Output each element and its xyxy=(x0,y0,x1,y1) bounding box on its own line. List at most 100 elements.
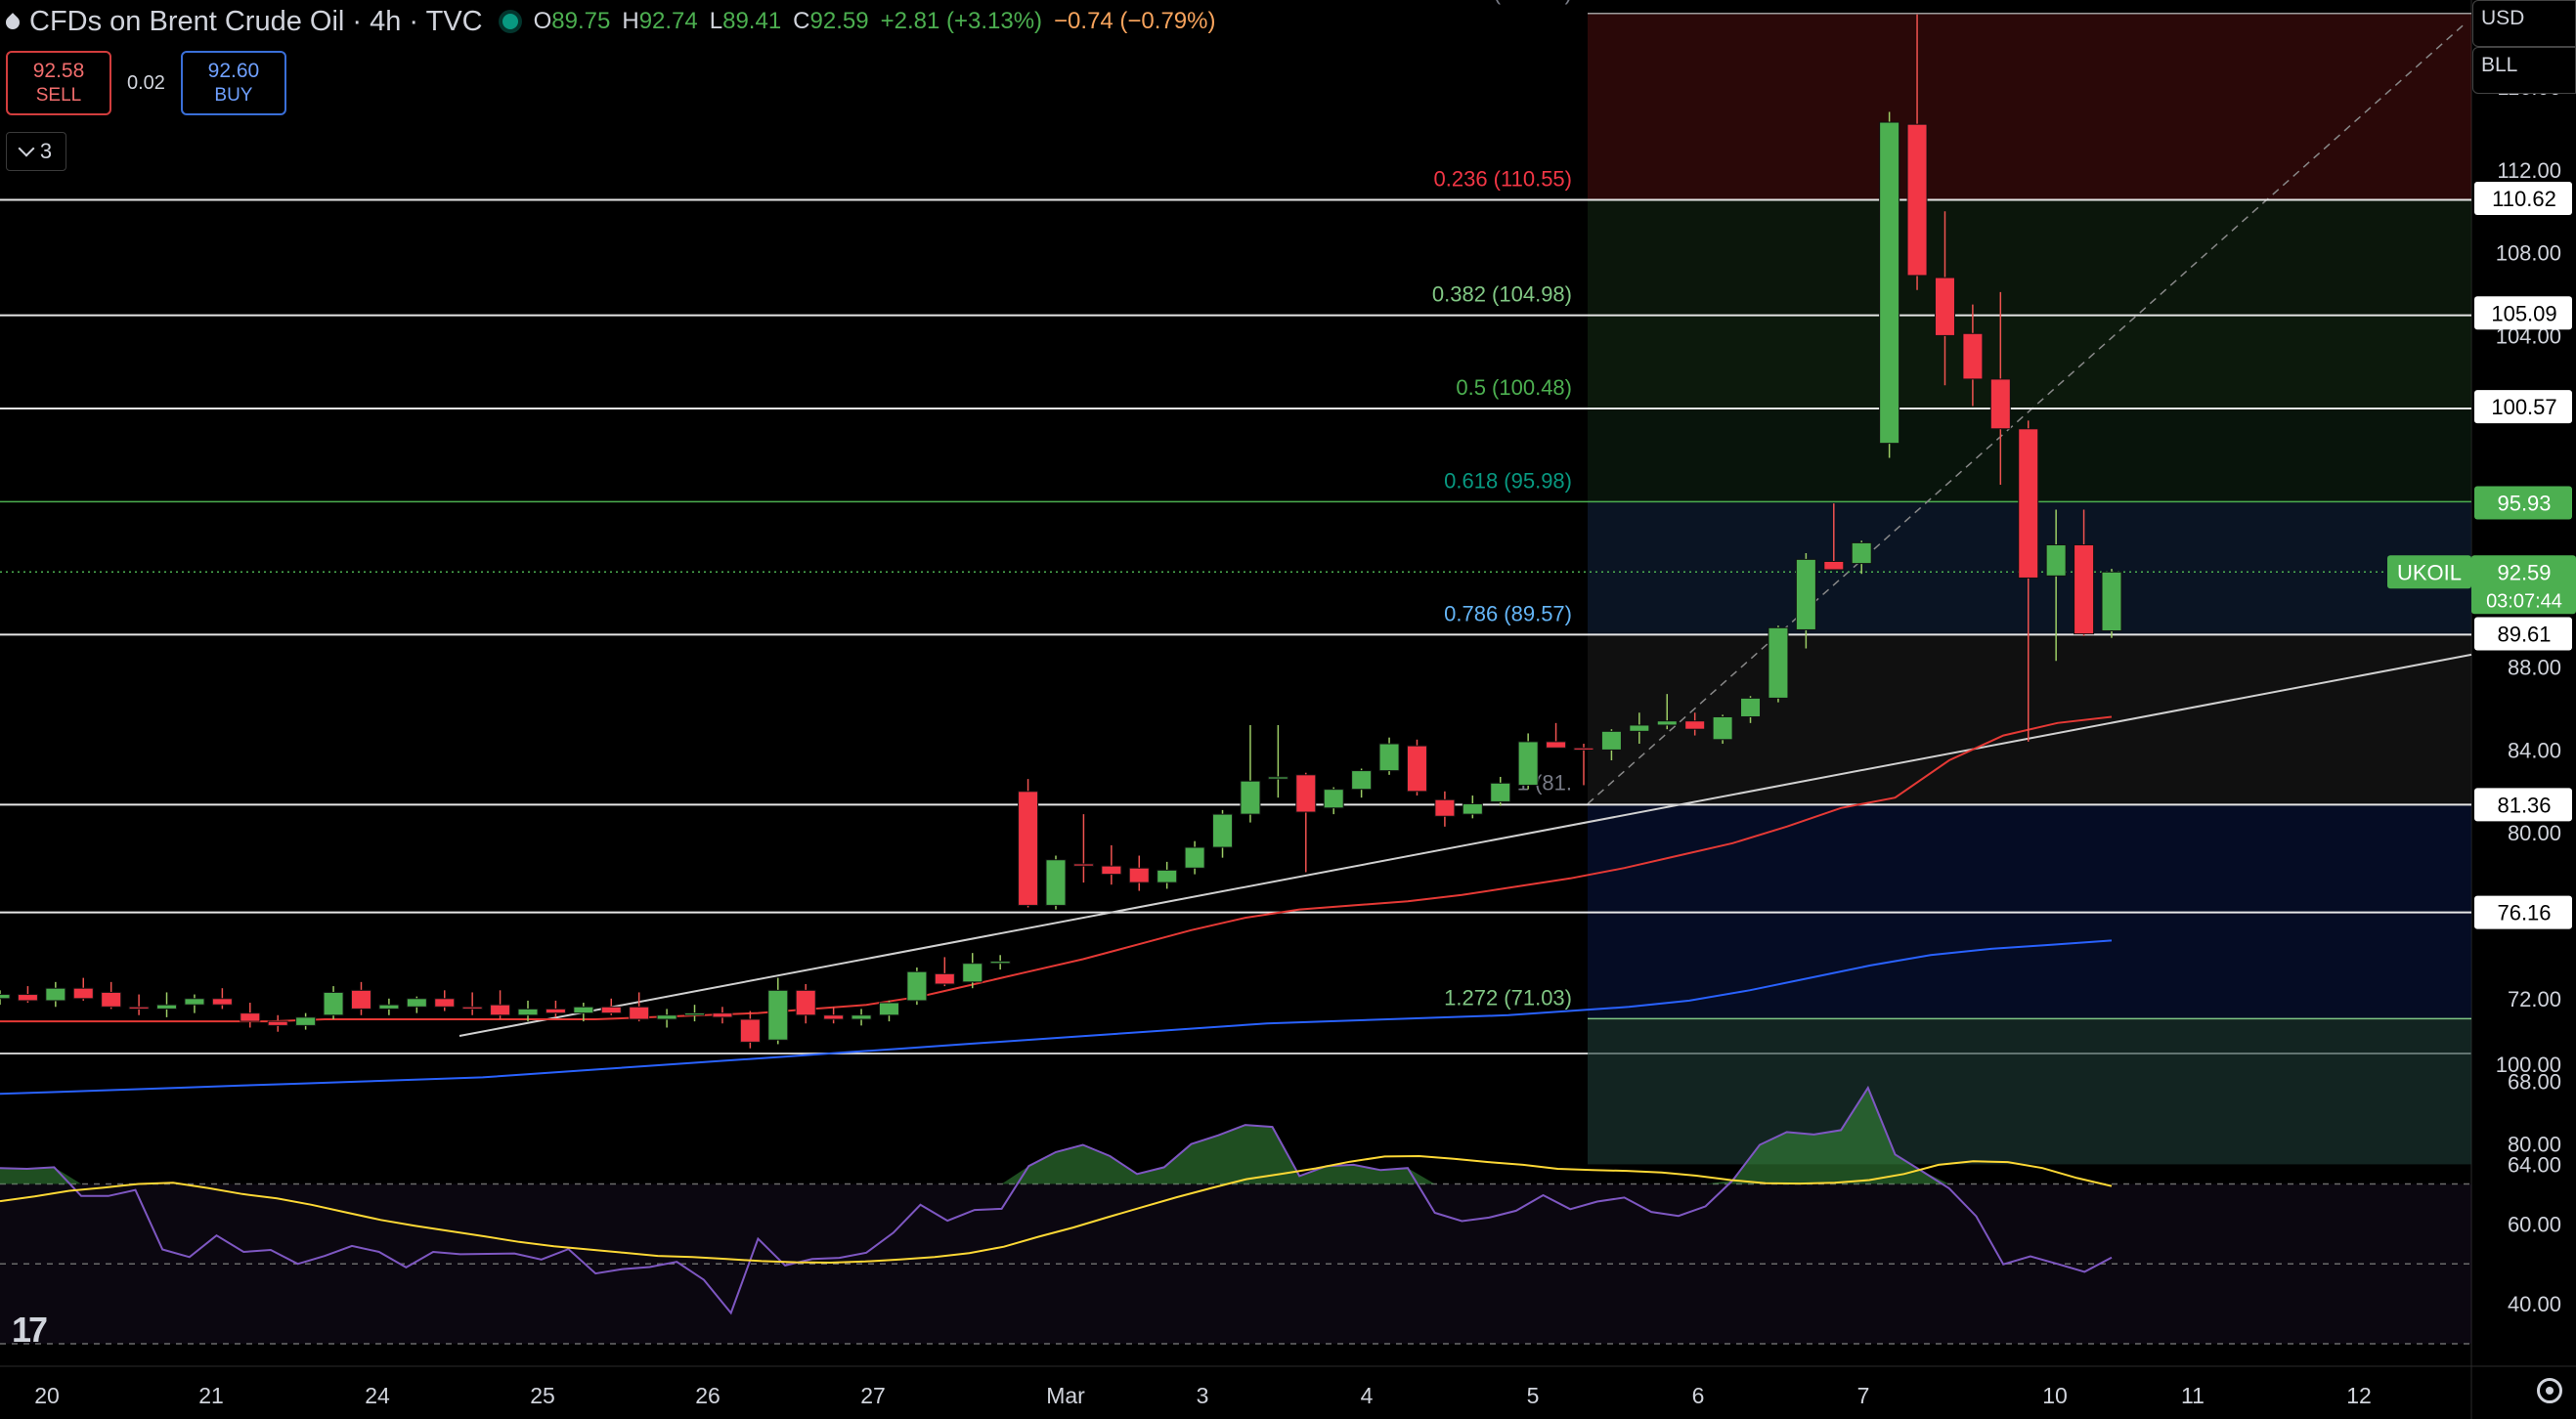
market-status-icon xyxy=(502,14,518,29)
candle-body xyxy=(490,1004,511,1016)
bar-countdown: 03:07:44 xyxy=(2486,590,2562,612)
fib-zone xyxy=(1588,13,2471,200)
chart-header: CFDs on Brent Crude Oil · 4h · TVC O89.7… xyxy=(6,2,1215,41)
candle xyxy=(350,981,371,1015)
low-value: 89.41 xyxy=(722,8,782,34)
candle xyxy=(434,990,456,1011)
last-price: 92.59 xyxy=(2497,560,2551,584)
candle-body xyxy=(1101,865,1122,876)
fib-zone xyxy=(1588,803,2471,1019)
candle xyxy=(545,1000,566,1017)
sell-price: 92.58 xyxy=(32,60,85,82)
candle-body xyxy=(1072,863,1094,867)
candle-body xyxy=(0,994,11,1000)
price-tick-label: 80.00 xyxy=(2508,821,2561,845)
candle-body xyxy=(1546,741,1567,749)
candle xyxy=(906,968,928,1006)
time-tick-label: 7 xyxy=(1857,1383,1870,1408)
price-chart[interactable]: 0 (119.55) 0.236 (110.55) 0.382 (104.98) 0.… xyxy=(0,0,2576,1419)
currency-selector[interactable]: USD xyxy=(2472,0,2576,47)
candle xyxy=(934,957,955,987)
candle-body xyxy=(211,998,233,1006)
candle xyxy=(1072,814,1094,883)
price-label: 100.57 xyxy=(2491,395,2556,419)
candle-body xyxy=(267,1020,288,1026)
candle xyxy=(1434,791,1456,827)
time-tick-label: 3 xyxy=(1197,1383,1209,1408)
candle-body xyxy=(767,989,789,1041)
candle xyxy=(240,1003,261,1028)
candle-body xyxy=(1768,626,1789,699)
candle-body xyxy=(1045,859,1067,906)
candle-body xyxy=(962,963,983,983)
price-tick-label: 84.00 xyxy=(2508,738,2561,762)
time-tick-label: Mar xyxy=(1046,1383,1085,1408)
oil-drop-icon xyxy=(6,12,20,31)
trade-panel: 92.58 SELL 0.02 92.60 BUY xyxy=(6,51,286,115)
candle-body xyxy=(2101,571,2122,631)
gear-icon[interactable] xyxy=(2537,1378,2562,1403)
candle-body xyxy=(434,998,456,1008)
time-tick-label: 4 xyxy=(1361,1383,1374,1408)
unit-selector[interactable]: BLL xyxy=(2472,47,2576,94)
candle xyxy=(323,986,344,1019)
candle xyxy=(17,986,38,1004)
time-tick-label: 20 xyxy=(34,1383,60,1408)
price-tick-label: 88.00 xyxy=(2508,656,2561,680)
candle xyxy=(1490,776,1511,806)
candle-body xyxy=(851,1014,872,1020)
fib-zone xyxy=(1588,1018,2471,1165)
candle-body xyxy=(156,1004,178,1010)
candle-body xyxy=(1378,743,1400,772)
candle-body xyxy=(1018,791,1039,906)
candle-body xyxy=(600,1006,622,1014)
candle-body xyxy=(1128,867,1150,883)
sell-button[interactable]: 92.58 SELL xyxy=(6,51,111,115)
candle-body xyxy=(1989,378,2011,430)
price-label: 89.61 xyxy=(2497,622,2551,646)
candle xyxy=(517,1000,539,1022)
fib-zone xyxy=(1588,315,2471,409)
price-tick-label: 72.00 xyxy=(2508,987,2561,1011)
candle xyxy=(45,981,66,1008)
candle xyxy=(1267,724,1288,798)
symbol-tag: UKOIL xyxy=(2397,560,2462,584)
candle-body xyxy=(1629,724,1650,732)
fib-label: 0.5 (100.48) xyxy=(1456,375,1572,400)
buy-label: BUY xyxy=(214,85,253,106)
candle xyxy=(1157,861,1178,889)
candle-body xyxy=(406,998,427,1008)
candle xyxy=(1128,855,1150,891)
candle-body xyxy=(739,1018,761,1043)
candle-body xyxy=(1740,697,1762,717)
candle xyxy=(684,1005,706,1022)
candle-body xyxy=(295,1016,317,1026)
candle xyxy=(295,1012,317,1030)
candle-body xyxy=(1600,730,1622,751)
candle xyxy=(1212,809,1234,858)
price-label: 110.62 xyxy=(2492,187,2556,211)
candle-body xyxy=(1184,846,1205,869)
candle xyxy=(795,983,816,1024)
candle-body xyxy=(906,970,928,1002)
candle-body xyxy=(989,961,1011,965)
candle-body xyxy=(2074,544,2095,635)
time-tick-label: 6 xyxy=(1692,1383,1705,1408)
candle-body xyxy=(1157,869,1178,883)
candle-body xyxy=(101,991,122,1008)
symbol-title[interactable]: CFDs on Brent Crude Oil · 4h · TVC xyxy=(29,6,483,38)
buy-button[interactable]: 92.60 BUY xyxy=(180,51,286,115)
candle xyxy=(1406,739,1427,796)
tradingview-logo[interactable]: 17 xyxy=(12,1310,48,1351)
open-label: O xyxy=(533,8,552,34)
candle-body xyxy=(240,1012,261,1022)
secondary-change-value: −0.74 (−0.79%) xyxy=(1054,8,1216,34)
candle-body xyxy=(1406,745,1427,793)
time-tick-label: 11 xyxy=(2181,1383,2205,1408)
time-tick-label: 21 xyxy=(198,1383,224,1408)
time-tick-label: 12 xyxy=(2346,1383,2372,1408)
indicators-collapse-button[interactable]: 3 xyxy=(6,132,66,171)
time-tick-label: 27 xyxy=(860,1383,886,1408)
candle xyxy=(600,998,622,1015)
price-tick-label: 108.00 xyxy=(2496,241,2561,266)
